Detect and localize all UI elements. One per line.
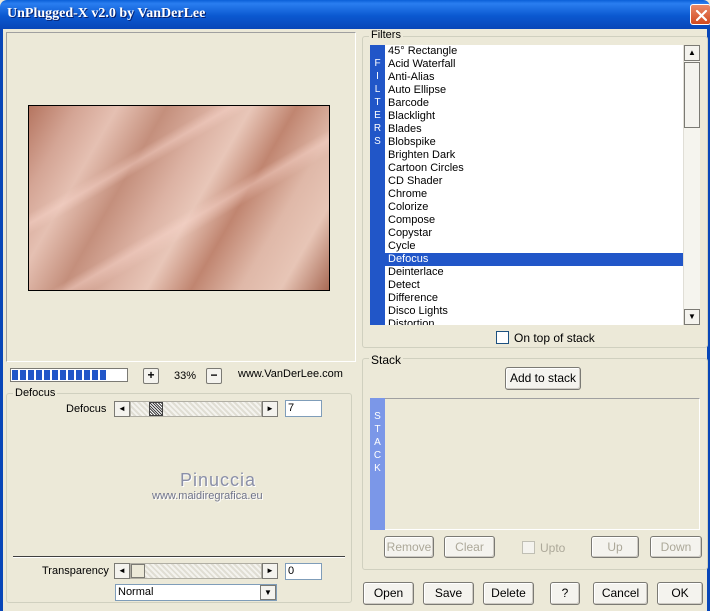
transparency-slider-left-arrow[interactable]: ◄ (114, 563, 130, 579)
banner-letter: S (374, 136, 381, 147)
zoom-in-button[interactable]: + (143, 368, 159, 384)
upto-label: Upto (540, 541, 566, 555)
defocus-value-field[interactable]: 7 (285, 400, 322, 417)
filter-list-item[interactable]: Compose (385, 214, 683, 227)
progress-segment (60, 370, 66, 380)
transparency-label: Transparency (42, 565, 109, 577)
progress-segment (12, 370, 18, 380)
progress-segment (52, 370, 58, 380)
save-button[interactable]: Save (423, 582, 474, 605)
dropdown-arrow-icon[interactable]: ▼ (260, 585, 276, 600)
filter-list-item[interactable]: Auto Ellipse (385, 84, 683, 97)
filter-list-item[interactable]: Blacklight (385, 110, 683, 123)
help-button[interactable]: ? (550, 582, 580, 605)
on-top-of-stack-label: On top of stack (514, 331, 595, 345)
up-button[interactable]: Up (591, 536, 639, 558)
upto-checkbox[interactable] (522, 541, 535, 554)
transparency-slider-right-arrow[interactable]: ► (262, 563, 278, 579)
filter-list-item[interactable]: Disco Lights (385, 305, 683, 318)
transparency-value-field[interactable]: 0 (285, 563, 322, 580)
filters-group-label: Filters (369, 29, 403, 41)
progress-segment (28, 370, 34, 380)
filter-list-item[interactable]: Anti-Alias (385, 71, 683, 84)
down-button[interactable]: Down (650, 536, 702, 558)
banner-letter: L (374, 84, 381, 95)
filter-list-item[interactable]: CD Shader (385, 175, 683, 188)
clear-button[interactable]: Clear (444, 536, 495, 558)
filter-list-item[interactable]: Cycle (385, 240, 683, 253)
defocus-group-label: Defocus (13, 387, 58, 399)
progress-segment (68, 370, 74, 380)
close-icon (695, 9, 708, 22)
on-top-of-stack-checkbox[interactable] (496, 331, 509, 344)
progress-segment (44, 370, 50, 380)
transparency-slider-thumb[interactable] (131, 564, 145, 578)
filter-list-item[interactable]: Colorize (385, 201, 683, 214)
banner-letter: I (376, 71, 379, 82)
defocus-slider-thumb[interactable] (149, 402, 163, 416)
window-title: UnPlugged-X v2.0 by VanDerLee (7, 6, 206, 21)
progress-segment (84, 370, 90, 380)
banner-letter: T (374, 97, 381, 108)
stack-list[interactable] (370, 398, 700, 530)
zoom-level: 33% (173, 370, 197, 382)
website-link[interactable]: www.VanDerLee.com (238, 368, 343, 380)
progress-segment (100, 370, 106, 380)
remove-button[interactable]: Remove (384, 536, 434, 558)
filter-list-item[interactable]: Blobspike (385, 136, 683, 149)
divider (13, 556, 345, 558)
filter-list-item[interactable]: Deinterlace (385, 266, 683, 279)
filter-list-scrollbar[interactable]: ▲ ▼ (683, 45, 700, 325)
progress-segment (20, 370, 26, 380)
delete-button[interactable]: Delete (483, 582, 534, 605)
banner-letter: A (374, 437, 381, 448)
defocus-param-label: Defocus (66, 403, 107, 415)
watermark-name: Pinuccia (180, 470, 257, 490)
filter-list-item[interactable]: Difference (385, 292, 683, 305)
banner-letter: F (374, 58, 381, 69)
defocus-slider-left-arrow[interactable]: ◄ (114, 401, 130, 417)
filter-list-item[interactable]: Acid Waterfall (385, 58, 683, 71)
filter-list-item[interactable]: Distortion (385, 318, 683, 325)
filter-list-item[interactable]: 45° Rectangle (385, 45, 683, 58)
cancel-button[interactable]: Cancel (593, 582, 648, 605)
watermark-url: www.maidiregrafica.eu (152, 490, 263, 502)
blend-mode-value: Normal (118, 586, 154, 598)
progress-segment (76, 370, 82, 380)
filter-list-item[interactable]: Brighten Dark (385, 149, 683, 162)
defocus-slider-right-arrow[interactable]: ► (262, 401, 278, 417)
scroll-down-button[interactable]: ▼ (684, 309, 700, 325)
banner-letter: R (373, 123, 382, 134)
banner-letter: K (374, 463, 381, 474)
filter-list-item[interactable]: Copystar (385, 227, 683, 240)
filter-list-item[interactable]: Detect (385, 279, 683, 292)
blend-mode-select[interactable]: Normal (115, 584, 277, 601)
progress-segment (92, 370, 98, 380)
preview-image[interactable] (28, 105, 330, 291)
progress-bar (10, 368, 128, 382)
stack-group-label: Stack (369, 353, 404, 367)
scroll-up-button[interactable]: ▲ (684, 45, 700, 61)
banner-letter: T (374, 424, 381, 435)
zoom-out-button[interactable]: − (206, 368, 222, 384)
banner-letter: C (373, 450, 382, 461)
filters-banner: FILTERS (370, 45, 385, 325)
filter-list-item[interactable]: Cartoon Circles (385, 162, 683, 175)
banner-letter: S (374, 411, 381, 422)
filter-list[interactable]: 45° Rectangle Acid Waterfall Anti-Alias Aut… (385, 45, 683, 325)
open-button[interactable]: Open (363, 582, 414, 605)
filter-list-item[interactable]: Blades (385, 123, 683, 136)
filter-list-item[interactable]: Defocus (385, 253, 683, 266)
filter-list-item[interactable]: Barcode (385, 97, 683, 110)
banner-letter: E (374, 110, 381, 121)
scroll-thumb[interactable] (684, 62, 700, 128)
transparency-slider-track[interactable] (130, 563, 262, 579)
filter-list-item[interactable]: Chrome (385, 188, 683, 201)
ok-button[interactable]: OK (657, 582, 703, 605)
close-button[interactable] (690, 4, 710, 25)
add-to-stack-button[interactable]: Add to stack (505, 367, 581, 390)
stack-banner: STACK (370, 398, 385, 530)
progress-segment (36, 370, 42, 380)
